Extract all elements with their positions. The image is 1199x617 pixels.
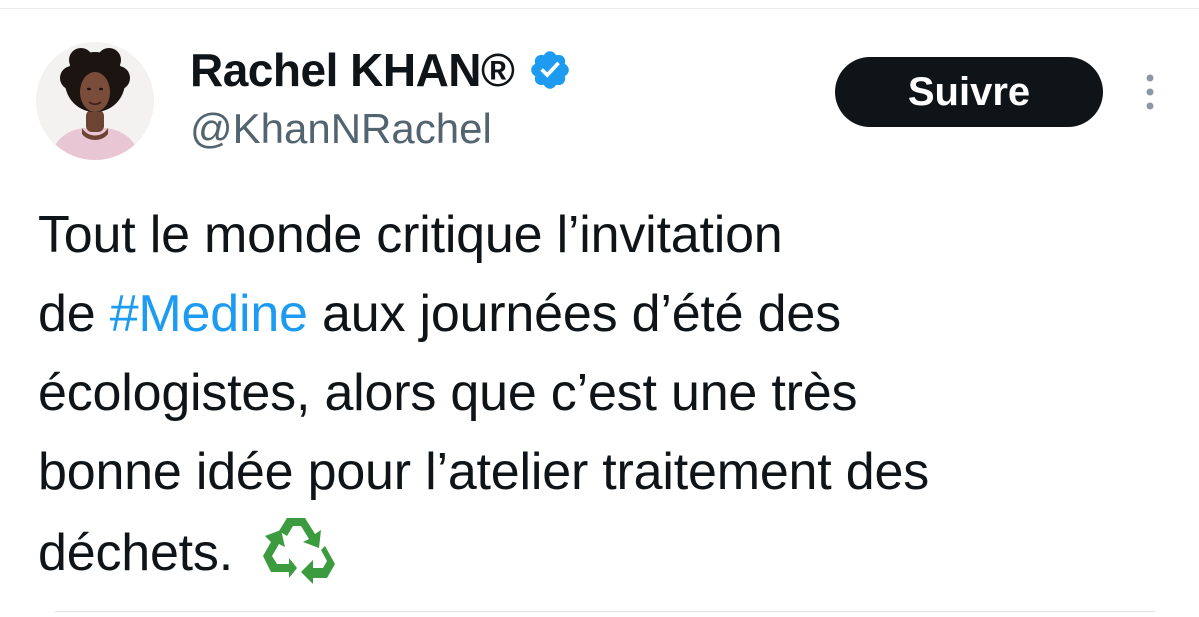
tweet-card: Rachel KHAN® @KhanNRachel Suivre Tout le… (0, 0, 1199, 617)
divider (55, 611, 1155, 612)
follow-button[interactable]: Suivre (835, 57, 1103, 127)
tweet-text-segment: aux journées d’été des (307, 285, 841, 343)
tweet-text-segment: de (38, 285, 110, 343)
author-name-row: Rachel KHAN® (190, 40, 572, 100)
tweet-line: écologistes, alors que c’est une très (38, 364, 858, 422)
avatar[interactable] (36, 42, 154, 160)
avatar-image (36, 42, 154, 160)
more-options-icon[interactable] (1140, 70, 1160, 114)
tweet-line: de #Medine aux journées d’été des (38, 275, 1188, 354)
tweet-body: Tout le monde critique l’invitation de #… (38, 196, 1188, 593)
hashtag-link[interactable]: #Medine (110, 285, 308, 343)
verified-badge-icon[interactable] (528, 48, 572, 92)
author-handle[interactable]: @KhanNRachel (190, 108, 492, 150)
tweet-line: bonne idée pour l’atelier traitement des (38, 443, 930, 501)
tweet-text-segment: déchets. (38, 524, 248, 582)
tweet-line: déchets. (38, 512, 1188, 593)
tweet-line: Tout le monde critique l’invitation (38, 206, 783, 264)
divider (0, 8, 1199, 9)
display-name[interactable]: Rachel KHAN® (190, 47, 515, 93)
recycle-icon (263, 518, 336, 584)
